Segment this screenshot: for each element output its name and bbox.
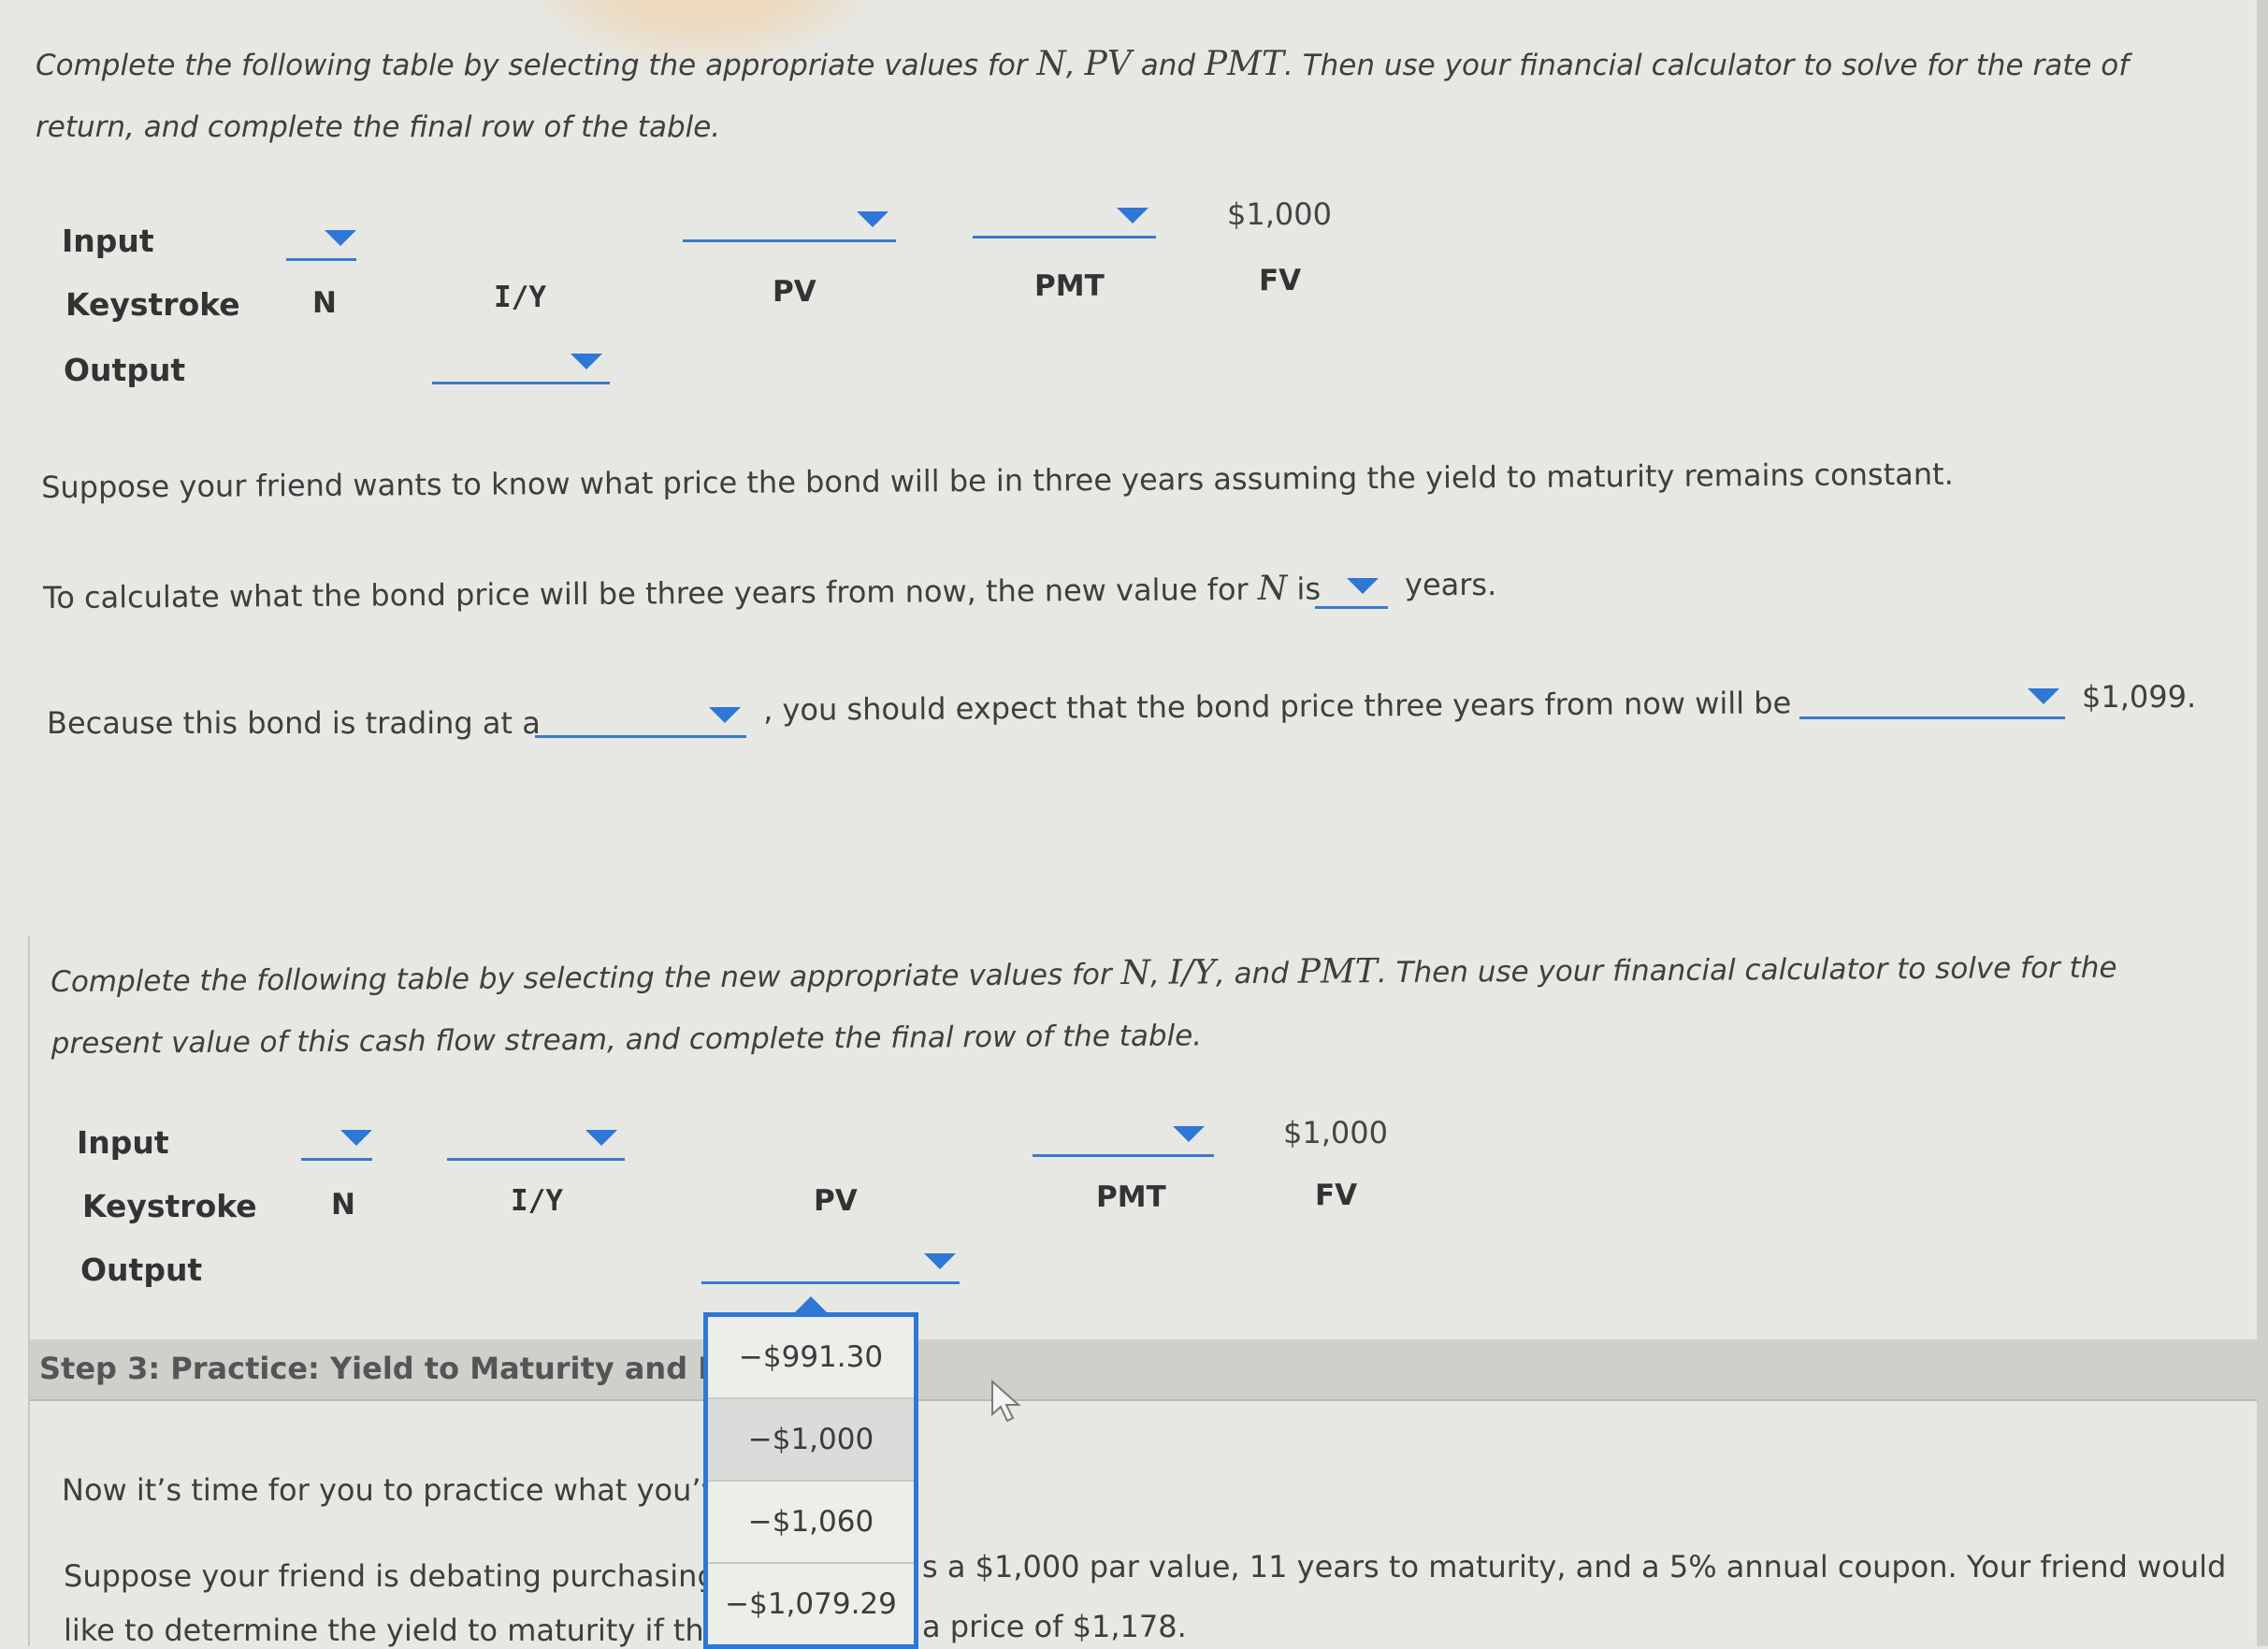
section2-pmt-input-dropdown[interactable] [1033, 1126, 1214, 1157]
step3-line1: Now it’s time for you to practice what y… [62, 1472, 738, 1508]
section2-fv-input-value: $1,000 [1283, 1115, 1388, 1150]
new-n-sentence: To calculate what the bond price will be… [43, 569, 1322, 615]
pv-options-menu[interactable]: −$991.30 −$1,000 −$1,060 −$1,079.29 [703, 1312, 918, 1649]
section1-key-pv: PV [773, 275, 816, 309]
section2-key-iy: I/Y [511, 1184, 563, 1218]
section2-n-input-dropdown[interactable] [301, 1130, 372, 1161]
section1-key-n: N [312, 286, 337, 320]
chevron-down-icon [857, 211, 888, 227]
page: Complete the following table by selectin… [0, 0, 2268, 1649]
section2-input-label: Input [77, 1124, 169, 1161]
chevron-down-icon [709, 707, 741, 723]
trading-sentence-middle: , you should expect that the bond price … [763, 685, 1792, 728]
future-price-value: $1,099. [2082, 679, 2197, 715]
section2-key-pmt: PMT [1096, 1180, 1166, 1214]
section1-output-label: Output [64, 352, 186, 388]
chevron-down-icon [585, 1130, 617, 1146]
trading-status-dropdown[interactable] [535, 707, 746, 738]
section2-key-pv: PV [814, 1184, 858, 1218]
chevron-down-icon [924, 1253, 956, 1269]
section2-iy-input-dropdown[interactable] [447, 1130, 625, 1161]
section1-fv-input-value: $1,000 [1227, 196, 1332, 232]
mouse-pointer-icon [991, 1379, 1021, 1423]
step3-title: Step 3: Practice: Yield to Maturity and … [39, 1351, 739, 1386]
chevron-down-icon [1173, 1126, 1205, 1142]
step3-line2-right: s a $1,000 par value, 11 years to maturi… [922, 1549, 2227, 1584]
section1-input-label: Input [62, 223, 154, 259]
chevron-down-icon [2028, 688, 2059, 704]
pv-option-1[interactable]: −$991.30 [708, 1317, 914, 1399]
step3-line2-left: Suppose your friend is debating purchasi… [64, 1558, 716, 1594]
section2-output-label: Output [80, 1251, 203, 1288]
section1-pmt-input-dropdown[interactable] [973, 208, 1156, 239]
new-n-dropdown[interactable] [1315, 578, 1388, 609]
new-n-years-label: years. [1405, 567, 1497, 602]
friend-question-text: Suppose your friend wants to know what p… [41, 456, 1954, 505]
chevron-down-icon [340, 1130, 372, 1146]
chevron-down-icon [571, 354, 602, 369]
content-left-border [28, 935, 30, 1646]
pv-option-3[interactable]: −$1,060 [708, 1482, 914, 1564]
screen-edge [2257, 0, 2268, 1646]
pv-option-2[interactable]: −$1,000 [708, 1399, 914, 1482]
chevron-down-icon [1347, 578, 1379, 594]
chevron-up-icon [795, 1296, 827, 1312]
step3-line3-right: a price of $1,178. [922, 1609, 1187, 1644]
pv-option-4[interactable]: −$1,079.29 [708, 1564, 914, 1644]
step3-header: Step 3: Practice: Yield to Maturity and … [28, 1339, 2257, 1401]
section1-iy-output-dropdown[interactable] [432, 354, 610, 384]
section2-keystroke-label: Keystroke [82, 1188, 257, 1224]
section2-key-fv: FV [1315, 1179, 1358, 1212]
section2-instruction: Complete the following table by selectin… [51, 950, 2117, 1061]
section1-n-input-dropdown[interactable] [286, 230, 356, 261]
future-price-dropdown[interactable] [1799, 688, 2065, 719]
step3-line3-left: like to determine the yield to maturity … [64, 1613, 723, 1648]
section1-key-iy: I/Y [494, 281, 546, 314]
section2-key-n: N [331, 1188, 355, 1222]
section1-pv-input-dropdown[interactable] [683, 211, 896, 242]
section1-keystroke-label: Keystroke [65, 286, 240, 323]
trading-sentence-before: Because this bond is trading at a [47, 705, 541, 741]
section1-key-pmt: PMT [1034, 269, 1105, 303]
section1-key-fv: FV [1259, 264, 1302, 297]
section1-instruction: Complete the following table by selectin… [36, 45, 2130, 144]
chevron-down-icon [325, 230, 356, 246]
section2-pv-output-dropdown[interactable] [701, 1253, 960, 1284]
chevron-down-icon [1117, 208, 1148, 224]
